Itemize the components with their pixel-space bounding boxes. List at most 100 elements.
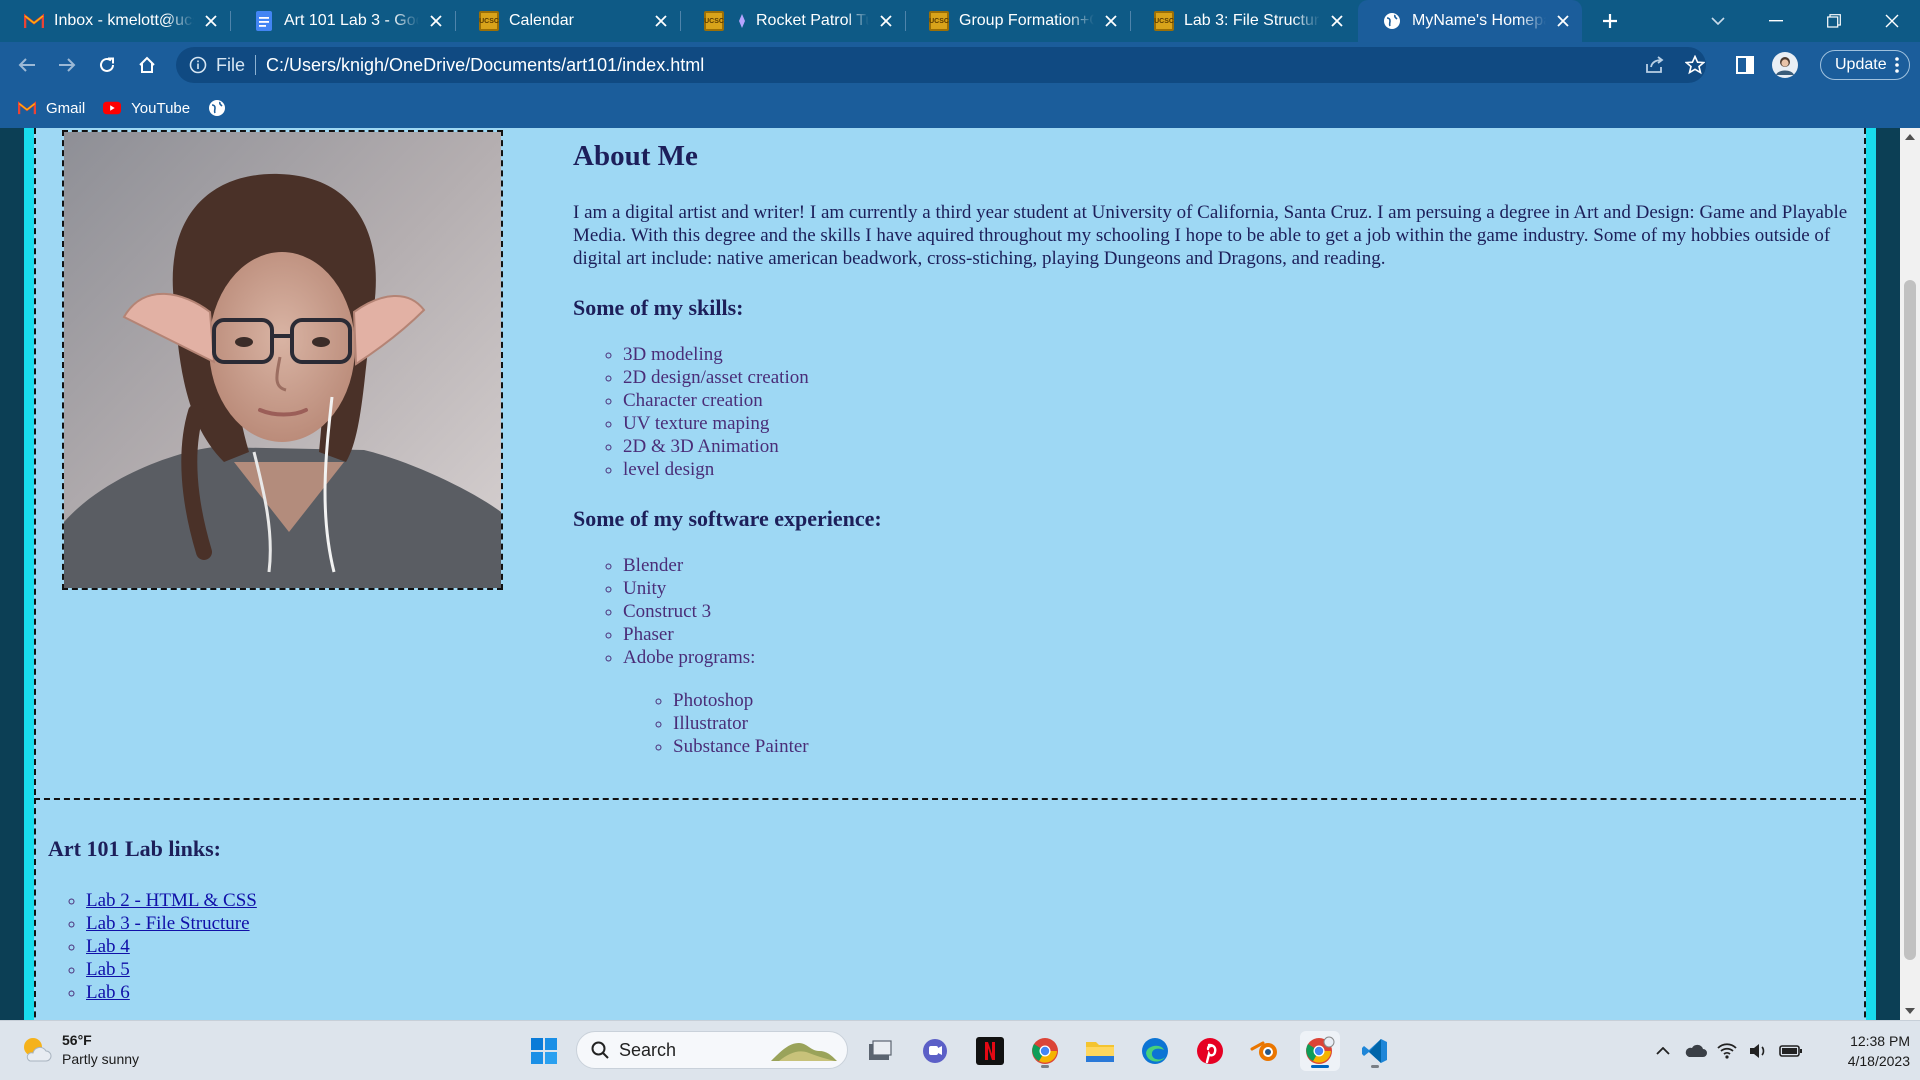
bookmarks-bar: Gmail YouTube [0,88,1920,128]
lab-links-section: Art 101 Lab links: Lab 2 - HTML & CSS La… [34,798,1866,1020]
skills-list: 3D modeling 2D design/asset creation Cha… [573,343,1851,481]
blender-icon [1250,1041,1277,1061]
windows-taskbar: 56°F Partly sunny Search 12:38 PM 4/18/2… [0,1020,1920,1080]
file-explorer-app[interactable] [1080,1031,1120,1071]
side-panel-button[interactable] [1730,50,1760,80]
link-lab-4[interactable]: Lab 4 [86,936,130,957]
back-button[interactable] [12,50,42,80]
ucsc-icon: UCSC [479,11,499,31]
scroll-down-button[interactable] [1900,1002,1920,1020]
update-button[interactable]: Update [1820,50,1910,80]
skills-heading: Some of my skills: [573,295,744,320]
software-list: Blender Unity Construct 3 Phaser Adobe p… [573,554,1851,758]
ucsc-icon: UCSC [704,11,724,31]
volume-icon[interactable] [1744,1036,1774,1066]
link-lab-2[interactable]: Lab 2 - HTML & CSS [86,890,257,911]
software-heading: Some of my software experience: [573,506,882,531]
vertical-scrollbar[interactable] [1900,128,1920,1020]
link-lab-6[interactable]: Lab 6 [86,982,130,1003]
reload-button[interactable] [92,50,122,80]
tab-lab3-file-structure[interactable]: UCSC Lab 3: File Structure and [1130,0,1356,42]
tab-search-button[interactable] [1690,0,1746,42]
scroll-thumb[interactable] [1904,280,1916,960]
tab-rocket-patrol[interactable]: UCSC Rocket Patrol Tutorial [680,0,906,42]
list-item: 2D design/asset creation [623,366,1851,389]
url-text[interactable]: C:/Users/knigh/OneDrive/Documents/art101… [266,55,704,76]
bookmark-label: Gmail [46,99,86,117]
start-button[interactable] [524,1031,564,1071]
clock-date: 4/18/2023 [1847,1053,1910,1069]
reload-icon [100,57,114,72]
side-panel-icon [1736,56,1754,74]
close-icon[interactable] [200,10,222,32]
globe-icon [1382,11,1402,31]
scroll-up-button[interactable] [1900,128,1920,146]
list-item: Photoshop [673,689,1851,712]
wifi-icon[interactable] [1712,1036,1742,1066]
menu-dots-icon [1895,56,1899,74]
docs-icon [254,11,274,31]
onedrive-icon[interactable] [1680,1036,1710,1066]
about-text-column: About Me I am a digital artist and write… [573,140,1851,783]
about-intro: I am a digital artist and writer! I am c… [573,202,1848,269]
taskbar-search[interactable]: Search [576,1031,848,1069]
minimize-button[interactable] [1748,0,1804,42]
profile-avatar[interactable] [1770,50,1800,80]
vscode-app[interactable] [1355,1031,1395,1071]
tab-group-formation[interactable]: UCSC Group Formation+Group [905,0,1131,42]
tab-myname-homepage[interactable]: MyName's Homepage [1358,0,1582,42]
tab-inbox[interactable]: Inbox - kmelott@ucsc.edu [0,0,231,42]
active-indicator [1311,1065,1329,1068]
edge-app[interactable] [1135,1031,1175,1071]
close-icon[interactable] [1100,10,1122,32]
page-background: About Me I am a digital artist and write… [24,128,1876,1020]
blender-app[interactable] [1245,1031,1285,1071]
bookmark-youtube[interactable]: YouTube [103,99,190,117]
folder-icon [1086,1042,1114,1062]
home-button[interactable] [132,50,162,80]
address-bar[interactable]: File C:/Users/knigh/OneDrive/Documents/a… [176,47,1706,83]
tab-title: Inbox - kmelott@ucsc.edu [54,12,194,29]
running-indicator [1041,1065,1049,1068]
tab-art101-lab3-docs[interactable]: Art 101 Lab 3 - Google Docs [230,0,456,42]
lab-links-list: Lab 2 - HTML & CSS Lab 3 - File Structur… [36,889,257,1004]
task-view-button[interactable] [860,1031,900,1071]
close-window-button[interactable] [1864,0,1920,42]
close-icon[interactable] [1326,10,1348,32]
minimize-icon [1769,20,1783,22]
chrome-app[interactable] [1025,1031,1065,1071]
plus-icon [1603,14,1617,28]
share-button[interactable] [1640,50,1670,80]
tab-calendar[interactable]: UCSC Calendar [455,0,681,42]
page-viewport: About Me I am a digital artist and write… [0,128,1900,1020]
list-item: UV texture maping [623,412,1851,435]
list-item: Lab 6 [86,981,257,1004]
teams-chat-button[interactable] [915,1031,955,1071]
close-icon[interactable] [425,10,447,32]
netflix-app[interactable] [970,1031,1010,1071]
bookmark-gmail[interactable]: Gmail [18,99,85,117]
new-tab-button[interactable] [1584,0,1636,42]
close-icon[interactable] [875,10,897,32]
link-lab-3[interactable]: Lab 3 - File Structure [86,913,250,934]
info-icon[interactable] [188,55,208,75]
taskbar-clock[interactable]: 12:38 PM 4/18/2023 [1832,1031,1910,1071]
weather-widget[interactable]: 56°F Partly sunny [20,1031,139,1069]
chevron-up-icon[interactable] [1648,1036,1678,1066]
ucsc-icon: UCSC [1154,11,1174,31]
link-lab-5[interactable]: Lab 5 [86,959,130,980]
chrome-profile-app[interactable] [1300,1031,1340,1071]
pinterest-app[interactable] [1190,1031,1230,1071]
bookmark-star-button[interactable] [1680,50,1710,80]
bookmark-globe[interactable] [208,99,236,117]
battery-icon[interactable] [1776,1036,1806,1066]
close-icon[interactable] [650,10,672,32]
list-item: Character creation [623,389,1851,412]
ucsc-icon: UCSC [929,11,949,31]
arrow-left-icon [18,58,35,72]
close-icon[interactable] [1552,10,1574,32]
forward-button[interactable] [52,50,82,80]
restore-button[interactable] [1806,0,1862,42]
list-item: level design [623,458,1851,481]
tab-title: Art 101 Lab 3 - Google Docs [284,12,419,29]
